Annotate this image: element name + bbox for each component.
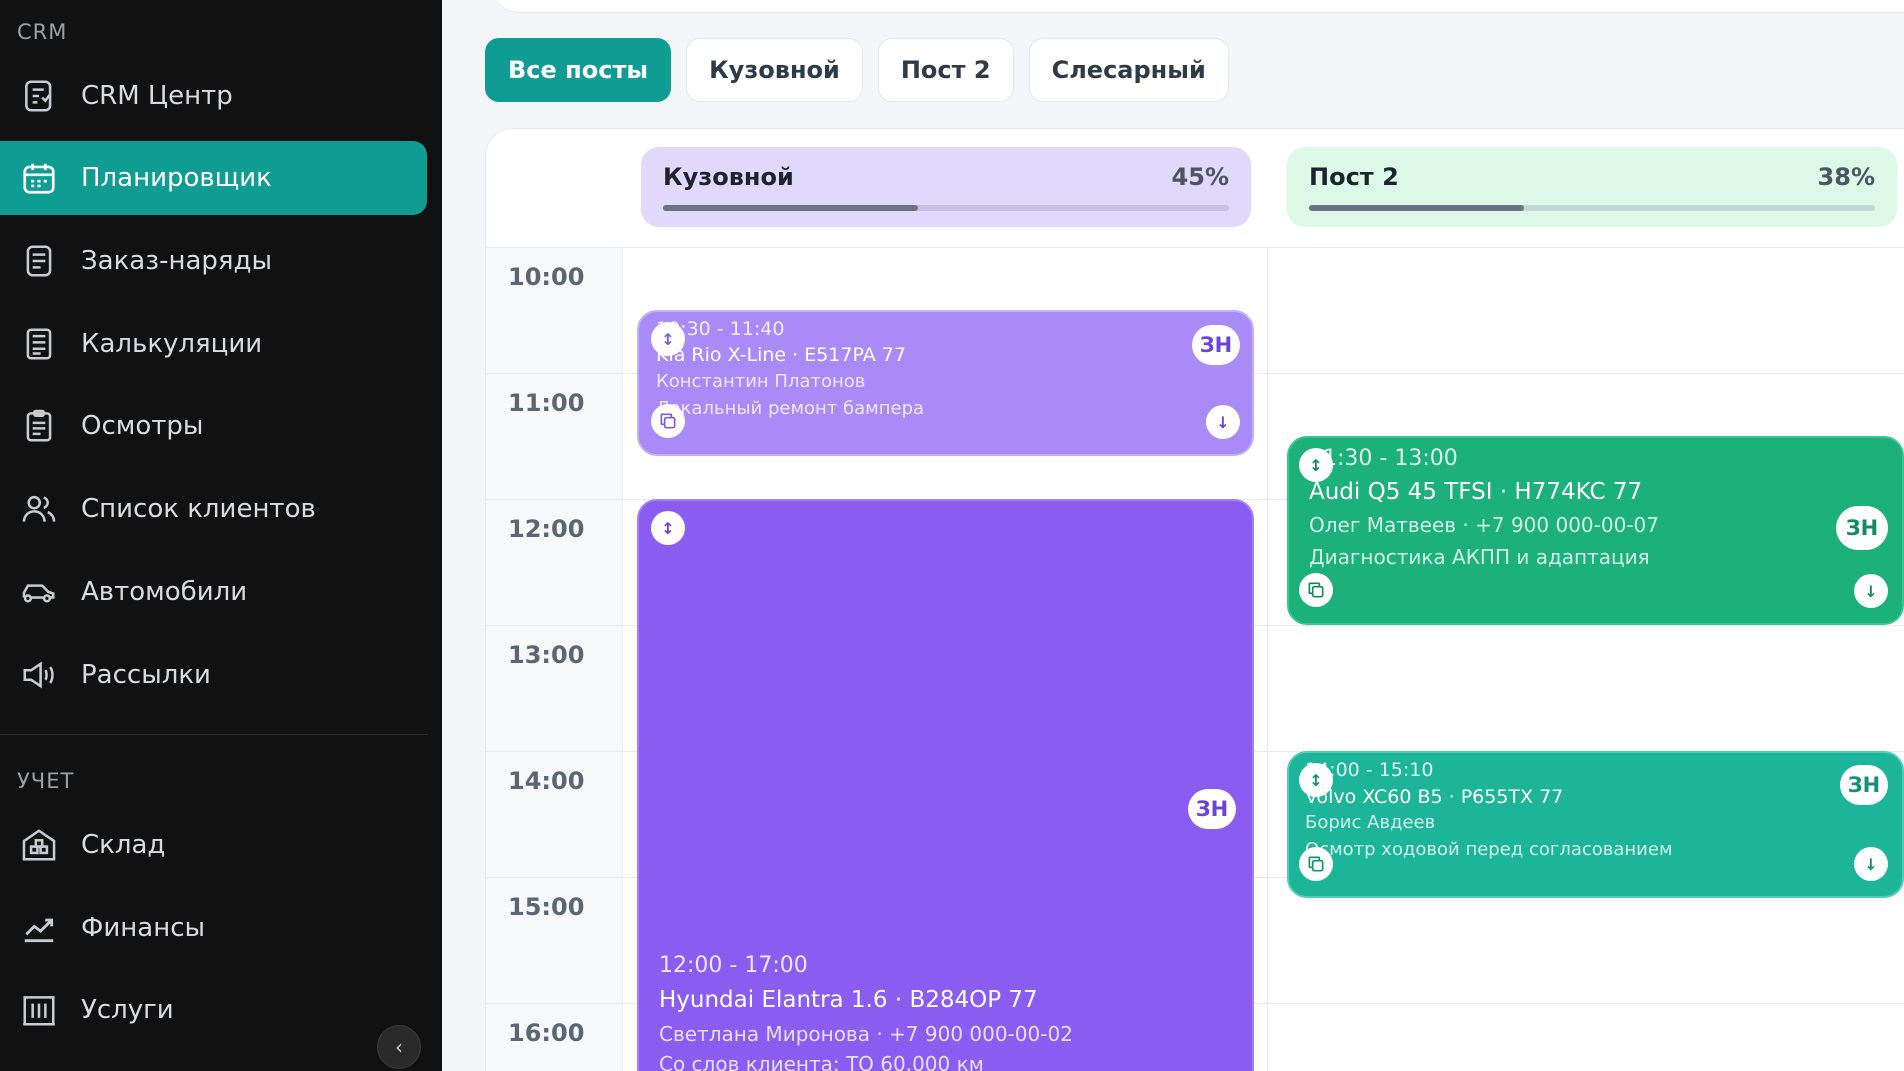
finance-chart-icon (19, 908, 59, 948)
section-label-uchet: УЧЕТ (17, 769, 75, 793)
event-car: Kia Rio X-Line · E517PA 77 (656, 344, 906, 366)
sidebar-item-calculations[interactable]: Калькуляции (0, 307, 427, 381)
work-order-icon (19, 241, 59, 281)
event-card-volvo-xc60[interactable]: 14:00 - 15:10 Volvo XC60 B5 · P655TX 77 … (1287, 751, 1904, 898)
sidebar-item-label: Услуги (81, 995, 174, 1025)
filter-body-shop[interactable]: Кузовной (686, 38, 863, 102)
sidebar: CRM CRM Центр Планировщик Заказ-наряды К… (0, 0, 442, 1071)
car-icon (19, 572, 59, 612)
time-label: 11:00 (508, 389, 585, 417)
event-client: Светлана Миронова · +7 900 000-00-02 (659, 1022, 1073, 1046)
event-description: Локальный ремонт бампера (656, 398, 925, 419)
sidebar-item-label: Финансы (81, 913, 206, 943)
work-order-badge[interactable]: ЗН (1192, 325, 1240, 365)
post-load-bar (663, 205, 1229, 211)
calendar-icon (19, 158, 59, 198)
event-car: Hyundai Elantra 1.6 · B284OP 77 (659, 987, 1038, 1013)
post-filters: Все посты Кузовной Пост 2 Слесарный (485, 38, 1229, 102)
post-name: Кузовной (663, 163, 794, 191)
sidebar-item-warehouse[interactable]: Склад (0, 808, 427, 882)
post-load-percent: 38% (1817, 163, 1875, 191)
hour-line (486, 247, 1904, 248)
post-load-fill (1309, 205, 1525, 211)
copy-icon[interactable] (651, 404, 685, 438)
crm-center-icon (19, 76, 59, 116)
sidebar-item-label: Осмотры (81, 411, 204, 441)
sidebar-item-planner[interactable]: Планировщик (0, 141, 427, 215)
sidebar-item-label: CRM Центр (81, 81, 233, 111)
event-client: Олег Матвеев · +7 900 000-00-07 (1309, 513, 1659, 537)
schedule-board: 10:00 11:00 12:00 13:00 14:00 15:00 16:0… (485, 128, 1904, 1071)
event-card-hyundai-elantra[interactable]: ↕ ЗН 12:00 - 17:00 Hyundai Elantra 1.6 ·… (637, 499, 1254, 1071)
arrow-down-icon[interactable]: ↓ (1206, 405, 1240, 439)
work-order-badge[interactable]: ЗН (1840, 765, 1888, 805)
event-description: Со слов клиента: ТО 60.000 км (659, 1052, 984, 1071)
top-card (490, 0, 1904, 13)
post-load-fill (663, 205, 918, 211)
event-card-kia-rio[interactable]: 10:30 - 11:40 Kia Rio X-Line · E517PA 77… (637, 310, 1254, 456)
copy-icon[interactable] (1299, 573, 1333, 607)
filter-post-2[interactable]: Пост 2 (877, 38, 1014, 102)
copy-icon[interactable] (1299, 847, 1333, 881)
column-divider (1267, 247, 1268, 1071)
event-car: Volvo XC60 B5 · P655TX 77 (1305, 786, 1564, 808)
collapse-sidebar-button[interactable]: ‹ (377, 1025, 421, 1069)
services-icon (19, 990, 59, 1030)
sidebar-item-label: Калькуляции (81, 329, 263, 359)
time-label: 13:00 (508, 641, 585, 669)
post-load-bar (1309, 205, 1875, 211)
users-icon (19, 489, 59, 529)
event-client: Константин Платонов (656, 371, 866, 392)
sidebar-item-label: Рассылки (81, 660, 211, 690)
time-label: 12:00 (508, 515, 585, 543)
sidebar-item-clients[interactable]: Список клиентов (0, 472, 427, 546)
sidebar-item-crm-center[interactable]: CRM Центр (0, 59, 427, 133)
arrow-down-icon[interactable]: ↓ (1854, 847, 1888, 881)
event-description: Диагностика АКПП и адаптация (1309, 545, 1650, 569)
event-time: 12:00 - 17:00 (659, 953, 808, 978)
filter-locksmith[interactable]: Слесарный (1028, 38, 1229, 102)
sidebar-item-label: Автомобили (81, 577, 248, 607)
post-header-body-shop[interactable]: Кузовной 45% (641, 147, 1251, 227)
work-order-badge[interactable]: ЗН (1188, 789, 1236, 829)
event-client: Борис Авдеев (1305, 812, 1436, 833)
sidebar-item-label: Заказ-наряды (81, 246, 273, 276)
sidebar-item-cars[interactable]: Автомобили (0, 555, 427, 629)
filter-all-posts[interactable]: Все посты (485, 38, 672, 102)
calculation-icon (19, 324, 59, 364)
arrow-down-icon[interactable]: ↓ (1854, 574, 1888, 608)
move-handle-icon[interactable]: ↕ (1299, 448, 1333, 482)
sidebar-item-label: Список клиентов (81, 494, 316, 524)
time-label: 10:00 (508, 263, 585, 291)
move-handle-icon[interactable]: ↕ (1299, 763, 1333, 797)
main-area: Все посты Кузовной Пост 2 Слесарный 10:0… (442, 0, 1904, 1071)
post-header-post-2[interactable]: Пост 2 38% (1287, 147, 1897, 227)
time-label: 15:00 (508, 893, 585, 921)
sidebar-item-mailings[interactable]: Рассылки (0, 638, 427, 712)
sidebar-item-label: Склад (81, 830, 166, 860)
clipboard-icon (19, 406, 59, 446)
event-car: Audi Q5 45 TFSI · H774KC 77 (1309, 479, 1643, 505)
sidebar-divider (0, 734, 428, 735)
megaphone-icon (19, 655, 59, 695)
event-description: Осмотр ходовой перед согласованием (1305, 839, 1673, 860)
time-label: 16:00 (508, 1019, 585, 1047)
post-name: Пост 2 (1309, 163, 1399, 191)
sidebar-item-finance[interactable]: Финансы (0, 891, 427, 965)
sidebar-item-services[interactable]: Услуги (0, 973, 427, 1047)
move-handle-icon[interactable]: ↕ (651, 322, 685, 356)
sidebar-item-inspections[interactable]: Осмотры (0, 389, 427, 463)
time-label: 14:00 (508, 767, 585, 795)
event-card-audi-q5[interactable]: 11:30 - 13:00 Audi Q5 45 TFSI · H774KC 7… (1287, 436, 1904, 625)
warehouse-icon (19, 825, 59, 865)
section-label-crm: CRM (17, 20, 68, 44)
sidebar-item-work-orders[interactable]: Заказ-наряды (0, 224, 427, 298)
sidebar-item-label: Планировщик (81, 163, 272, 193)
post-load-percent: 45% (1171, 163, 1229, 191)
move-handle-icon[interactable]: ↕ (651, 511, 685, 545)
work-order-badge[interactable]: ЗН (1836, 506, 1888, 550)
